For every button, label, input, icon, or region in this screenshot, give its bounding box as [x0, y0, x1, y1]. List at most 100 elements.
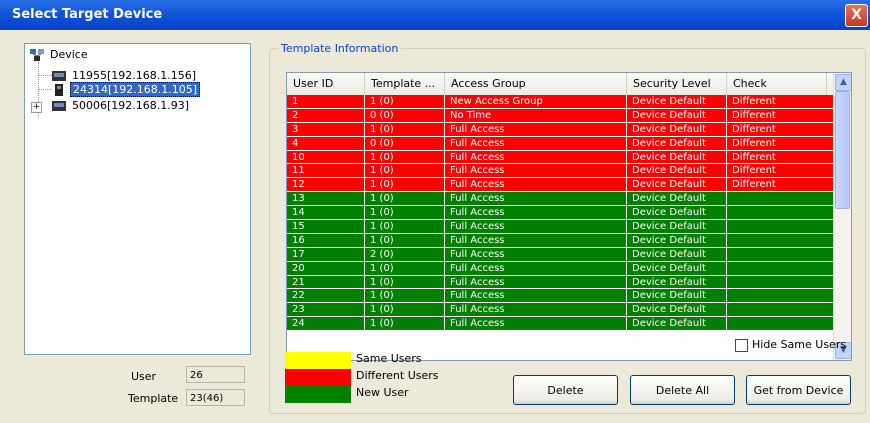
hide-same-users-checkbox[interactable] — [735, 338, 748, 352]
cell-check: Different — [727, 95, 834, 109]
cell-template: 0 (0) — [365, 108, 445, 123]
column-header-access-group[interactable]: Access Group — [445, 73, 627, 95]
hide-same-users-label: Hide Same Users — [752, 338, 847, 351]
legend-label-same: Same Users — [356, 352, 422, 365]
cell-access-group: Full Access — [445, 220, 627, 234]
cell-user-id: 17 — [287, 247, 365, 262]
cell-user-id: 15 — [287, 220, 365, 234]
cell-access-group: Full Access — [445, 289, 627, 304]
cell-check: Different — [727, 150, 834, 165]
cell-security-level: Device Default — [627, 192, 727, 207]
table-row[interactable]: 20 1 (0) Full Access Device Default — [287, 261, 834, 276]
cell-template: 1 (0) — [365, 192, 445, 207]
table-row[interactable]: 31 (0) Full Access Device Default Different — [287, 122, 834, 137]
vertical-scrollbar[interactable]: ▲ ▼ — [833, 73, 851, 360]
user-count-value: 26 — [186, 366, 245, 383]
device-icon — [52, 101, 66, 111]
legend-label-different: Different Users — [356, 369, 439, 382]
table-row[interactable]: 10 1 (0) Full Access Device Default Differen… — [287, 150, 834, 165]
cell-security-level: Device Default — [627, 122, 727, 137]
cell-template: 2 (0) — [365, 247, 445, 262]
cell-security-level: Device Default — [627, 261, 727, 276]
device-label: 50006[192.168.1.93] — [72, 99, 190, 112]
cell-check: Different — [727, 108, 834, 123]
scroll-up-icon[interactable]: ▲ — [835, 74, 851, 91]
cell-access-group: Full Access — [445, 206, 627, 221]
legend-swatch-new — [285, 386, 351, 403]
cell-user-id: 23 — [287, 303, 365, 318]
delete-all-button[interactable]: Delete All — [630, 375, 735, 405]
cell-security-level: Device Default — [627, 233, 727, 248]
cell-user-id: 20 — [287, 261, 365, 276]
cell-security-level: Device Default — [627, 289, 727, 304]
cell-template: 1 (0) — [365, 261, 445, 276]
cell-user-id: 1 — [287, 95, 365, 109]
cell-user-id: 2 — [287, 108, 365, 123]
table-row[interactable]: 13 1 (0) Full Access Device Default — [287, 192, 834, 207]
table-row[interactable]: 20 (0) No Time Device Default Different — [287, 108, 834, 123]
table-row[interactable]: 17 2 (0) Full Access Device Default — [287, 247, 834, 262]
column-header-check[interactable]: Check — [727, 73, 827, 95]
template-count-label: Template — [128, 392, 179, 405]
table-row[interactable]: 21 1 (0) Full Access Device Default — [287, 275, 834, 290]
hide-same-users-option[interactable]: Hide Same Users — [735, 338, 846, 352]
cell-user-id: 22 — [287, 289, 365, 304]
device-label: 11955[192.168.1.156] — [72, 69, 197, 82]
table-row[interactable]: 23 1 (0) Full Access Device Default — [287, 303, 834, 318]
cell-access-group: Full Access — [445, 164, 627, 179]
table-row[interactable]: 24 1 (0) Full Access Device Default — [287, 317, 834, 332]
cell-user-id: 4 — [287, 136, 365, 151]
cell-check — [727, 206, 834, 221]
tree-root-device[interactable]: Device — [30, 48, 90, 62]
cell-check — [727, 317, 834, 332]
cell-security-level: Device Default — [627, 95, 727, 109]
cell-access-group: New Access Group — [445, 95, 627, 109]
table-row[interactable]: 16 1 (0) Full Access Device Default — [287, 233, 834, 248]
cell-check: Different — [727, 122, 834, 137]
cell-check — [727, 233, 834, 248]
cell-template: 1 (0) — [365, 122, 445, 137]
column-header-user-id[interactable]: User ID — [287, 73, 365, 95]
tree-item-device-11955[interactable]: 11955[192.168.1.156] — [52, 69, 198, 83]
template-grid[interactable]: User ID Template ... Access Group Securi… — [286, 72, 852, 361]
legend-swatch-different — [285, 369, 351, 386]
column-header-template[interactable]: Template ... — [365, 73, 445, 95]
cell-template: 1 (0) — [365, 289, 445, 304]
cell-template: 1 (0) — [365, 303, 445, 318]
legend-label-new: New User — [356, 386, 409, 399]
legend-swatch-same — [285, 352, 351, 369]
table-row[interactable]: 15 1 (0) Full Access Device Default — [287, 220, 834, 234]
expand-toggle[interactable]: + — [31, 102, 42, 113]
cell-template: 1 (0) — [365, 275, 445, 290]
cell-check — [727, 275, 834, 290]
cell-check — [727, 220, 834, 234]
cell-template: 1 (0) — [365, 164, 445, 179]
cell-access-group: Full Access — [445, 122, 627, 137]
cell-access-group: Full Access — [445, 150, 627, 165]
cell-check — [727, 192, 834, 207]
dialog-body: Device 11955[192.168.1.156] 24314[192.16… — [0, 30, 870, 423]
delete-button[interactable]: Delete — [513, 375, 618, 405]
table-row[interactable]: 14 1 (0) Full Access Device Default — [287, 206, 834, 221]
table-row[interactable]: 11 1 (0) Full Access Device Default Differen… — [287, 164, 834, 179]
close-button[interactable]: X — [845, 4, 868, 27]
cell-check — [727, 289, 834, 304]
table-row[interactable]: 11 (0) New Access Group Device Default Diff… — [287, 95, 834, 109]
cell-template: 1 (0) — [365, 233, 445, 248]
cell-user-id: 10 — [287, 150, 365, 165]
table-row[interactable]: 40 (0) Full Access Device Default Different — [287, 136, 834, 151]
cell-access-group: Full Access — [445, 136, 627, 151]
cell-security-level: Device Default — [627, 303, 727, 318]
table-row[interactable]: 12 1 (0) Full Access Device Default Differen… — [287, 178, 834, 193]
cell-access-group: Full Access — [445, 192, 627, 207]
cell-security-level: Device Default — [627, 275, 727, 290]
cell-access-group: Full Access — [445, 317, 627, 332]
scroll-thumb[interactable] — [835, 91, 850, 209]
get-from-device-button[interactable]: Get from Device — [746, 375, 851, 405]
tree-item-device-24314[interactable]: 24314[192.168.1.105] — [52, 82, 201, 97]
grid-rows: 11 (0) New Access Group Device Default Diff… — [287, 95, 834, 332]
table-row[interactable]: 22 1 (0) Full Access Device Default — [287, 289, 834, 304]
tree-item-device-50006[interactable]: 50006[192.168.1.93] — [52, 99, 191, 113]
device-tree[interactable]: Device 11955[192.168.1.156] 24314[192.16… — [24, 43, 251, 355]
column-header-security-level[interactable]: Security Level — [627, 73, 727, 95]
